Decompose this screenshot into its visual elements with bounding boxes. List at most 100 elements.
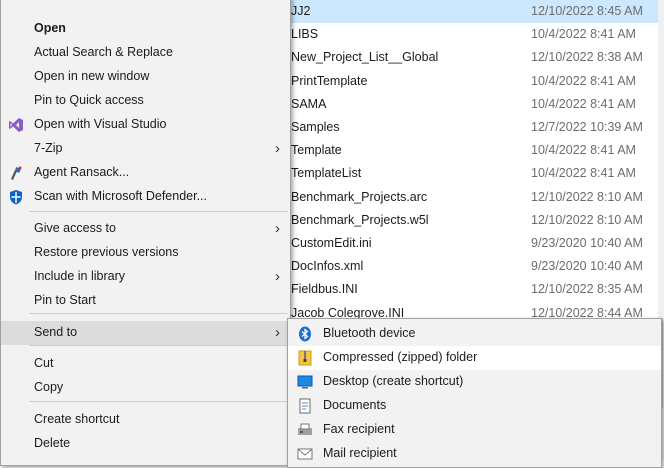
send-to-item-documents[interactable]: Documents <box>288 394 661 418</box>
file-date-modified: 10/4/2022 8:41 AM <box>531 73 636 88</box>
menu-item-delete[interactable]: Delete <box>1 432 290 456</box>
file-name: Benchmark_Projects.arc <box>291 189 428 204</box>
file-name: DocInfos.xml <box>291 259 364 274</box>
file-row[interactable]: Template 10/4/2022 8:41 AM <box>248 139 664 162</box>
menu-item-label: Delete <box>34 436 71 450</box>
menu-item-include-in-library[interactable]: Include in library › <box>1 265 290 289</box>
menu-item-label: Actual Search & Replace <box>34 45 173 59</box>
menu-item-label: Open <box>34 21 66 35</box>
bluetooth-icon <box>297 326 313 342</box>
file-date-modified: 9/23/2020 10:40 AM <box>531 259 643 274</box>
menu-item-copy[interactable]: Copy <box>1 376 290 400</box>
menu-item-cut[interactable]: Cut <box>1 352 290 376</box>
zip-folder-icon <box>297 350 313 366</box>
chevron-right-icon: › <box>275 220 280 237</box>
file-row[interactable]: LIBS 10/4/2022 8:41 AM <box>248 23 664 46</box>
menu-item-label: Create shortcut <box>34 412 120 426</box>
menu-item-pin-to-start[interactable]: Pin to Start <box>1 289 290 313</box>
menu-item-label: Restore previous versions <box>34 245 179 259</box>
defender-shield-icon <box>8 189 24 205</box>
send-to-item-label: Bluetooth device <box>323 326 416 340</box>
menu-separator <box>29 401 288 402</box>
fax-icon <box>297 422 313 438</box>
file-row[interactable]: PrintTemplate 10/4/2022 8:41 AM <box>248 70 664 93</box>
menu-item-label: Send to <box>34 325 78 339</box>
file-name: TemplateList <box>291 166 362 181</box>
menu-item-label: 7-Zip <box>34 141 63 155</box>
menu-item-label: Give access to <box>34 221 116 235</box>
agent-ransack-icon <box>8 165 24 181</box>
chevron-right-icon: › <box>275 324 280 341</box>
menu-item-label: Agent Ransack... <box>34 165 130 179</box>
menu-item-give-access-to[interactable]: Give access to › <box>1 217 290 241</box>
file-row[interactable]: Samples 12/7/2022 10:39 AM <box>248 116 664 139</box>
menu-item-label: Open with Visual Studio <box>34 117 167 131</box>
send-to-item-compressed-zipped-folder[interactable]: Compressed (zipped) folder <box>288 346 661 370</box>
file-row[interactable]: JJ2 12/10/2022 8:45 AM <box>248 0 664 23</box>
file-date-modified: 9/23/2020 10:40 AM <box>531 236 643 250</box>
menu-item-actual-search-replace[interactable]: Actual Search & Replace <box>1 41 290 65</box>
menu-item-send-to[interactable]: Send to › <box>1 321 290 345</box>
file-row[interactable]: DocInfos.xml 9/23/2020 10:40 AM <box>248 255 664 278</box>
menu-item-label: Pin to Quick access <box>34 93 144 107</box>
file-name: SAMA <box>291 96 327 111</box>
menu-item-open[interactable]: Open <box>1 17 290 41</box>
send-to-item-label: Documents <box>323 398 387 412</box>
file-row[interactable]: TemplateList 10/4/2022 8:41 AM <box>248 162 664 185</box>
desktop-icon <box>297 374 313 390</box>
file-name: Samples <box>291 120 340 134</box>
menu-item-label: Cut <box>34 356 54 370</box>
menu-item-pin-to-quick-access[interactable]: Pin to Quick access <box>1 89 290 113</box>
menu-item-label: Pin to Start <box>34 293 96 307</box>
menu-item-label: Include in library <box>34 269 126 283</box>
file-date-modified: 12/10/2022 8:10 AM <box>531 212 643 227</box>
file-date-modified: 12/10/2022 8:45 AM <box>531 4 643 18</box>
file-date-modified: 12/7/2022 10:39 AM <box>531 120 643 134</box>
file-name: CustomEdit.ini <box>291 236 372 250</box>
file-name: JJ2 <box>291 4 311 18</box>
send-to-item-label: Compressed (zipped) folder <box>323 350 478 364</box>
send-to-item-mail-recipient[interactable]: Mail recipient <box>288 442 661 466</box>
chevron-right-icon: › <box>275 268 280 285</box>
file-date-modified: 12/10/2022 8:35 AM <box>531 282 643 297</box>
menu-item-open-with-visual-studio[interactable]: Open with Visual Studio <box>1 113 290 137</box>
file-name: PrintTemplate <box>291 73 368 88</box>
file-date-modified: 10/4/2022 8:41 AM <box>531 96 636 111</box>
file-row[interactable]: Benchmark_Projects.arc 12/10/2022 8:10 AM <box>248 186 664 209</box>
send-to-submenu: Bluetooth device Compressed (zipped) fold… <box>287 318 662 468</box>
file-row[interactable]: Fieldbus.INI 12/10/2022 8:35 AM <box>248 278 664 301</box>
menu-item-restore-previous-versions[interactable]: Restore previous versions <box>1 241 290 265</box>
menu-separator <box>29 211 288 212</box>
send-to-item-bluetooth-device[interactable]: Bluetooth device <box>288 322 661 346</box>
file-date-modified: 12/10/2022 8:10 AM <box>531 189 643 204</box>
menu-separator <box>29 313 288 314</box>
menu-separator <box>29 345 288 346</box>
menu-item-create-shortcut[interactable]: Create shortcut <box>1 408 290 432</box>
menu-item-label: Scan with Microsoft Defender... <box>34 189 207 203</box>
context-menu: Open Actual Search & Replace Open in new w… <box>0 0 291 466</box>
file-name: Template <box>291 143 342 158</box>
menu-item-label: Open in new window <box>34 69 150 83</box>
file-name: New_Project_List__Global <box>291 50 439 65</box>
file-date-modified: 12/10/2022 8:38 AM <box>531 50 643 65</box>
file-row[interactable]: New_Project_List__Global 12/10/2022 8:38 … <box>248 46 664 69</box>
file-date-modified: 10/4/2022 8:41 AM <box>531 166 636 181</box>
send-to-item-label: Mail recipient <box>323 446 397 460</box>
file-row[interactable]: Benchmark_Projects.w5l 12/10/2022 8:10 AM <box>248 209 664 232</box>
send-to-item-label: Desktop (create shortcut) <box>323 374 464 388</box>
send-to-item-fax-recipient[interactable]: Fax recipient <box>288 418 661 442</box>
menu-item-agent-ransack[interactable]: Agent Ransack... <box>1 161 290 185</box>
file-name: Benchmark_Projects.w5l <box>291 212 429 227</box>
menu-item-label: Copy <box>34 380 64 394</box>
menu-item-7-zip[interactable]: 7-Zip › <box>1 137 290 161</box>
send-to-item-desktop-create-shortcut[interactable]: Desktop (create shortcut) <box>288 370 661 394</box>
documents-icon <box>297 398 313 414</box>
file-date-modified: 10/4/2022 8:41 AM <box>531 143 636 158</box>
file-date-modified: 10/4/2022 8:41 AM <box>531 27 636 42</box>
file-name: LIBS <box>291 27 319 42</box>
menu-item-open-in-new-window[interactable]: Open in new window <box>1 65 290 89</box>
file-name: Fieldbus.INI <box>291 282 358 297</box>
menu-item-scan-with-microsoft-defender[interactable]: Scan with Microsoft Defender... <box>1 185 290 209</box>
file-row[interactable]: SAMA 10/4/2022 8:41 AM <box>248 93 664 116</box>
file-row[interactable]: CustomEdit.ini 9/23/2020 10:40 AM <box>248 232 664 255</box>
